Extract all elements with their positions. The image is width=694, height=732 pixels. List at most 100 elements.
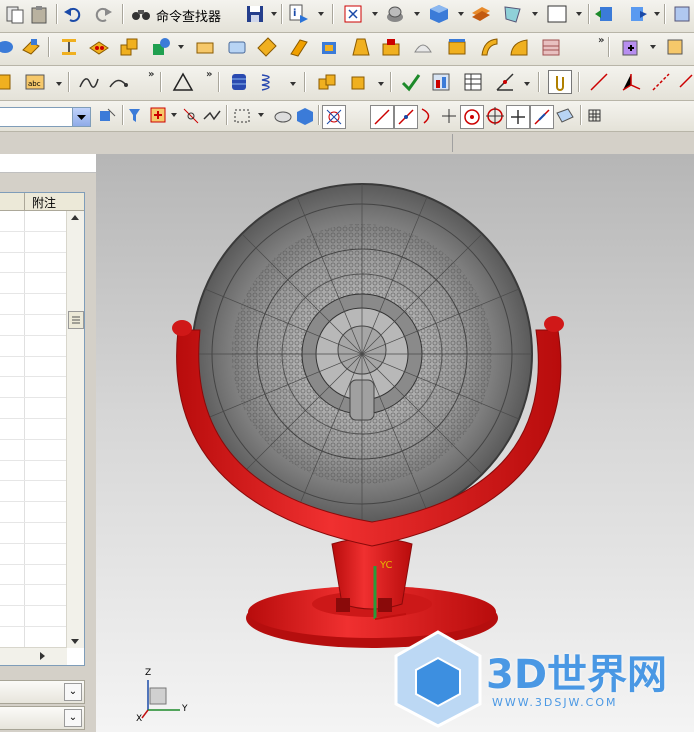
copy-icon[interactable] [4, 3, 26, 25]
expand-chevron-icon[interactable]: ⌄ [64, 709, 82, 727]
type-filter-select[interactable] [0, 107, 91, 127]
undo-icon[interactable] [62, 3, 84, 25]
measure-icon[interactable] [494, 71, 516, 93]
save-icon[interactable] [244, 3, 266, 25]
line-icon[interactable] [588, 71, 610, 93]
arc-center-icon[interactable] [460, 105, 484, 129]
redo-icon[interactable] [92, 3, 114, 25]
datum-plane-icon[interactable] [58, 36, 80, 58]
existing-point-icon[interactable] [506, 105, 530, 129]
draft-icon[interactable] [350, 36, 372, 58]
paperclip-icon[interactable] [548, 70, 572, 94]
boolean-icon[interactable] [118, 36, 140, 58]
information-icon[interactable]: i [288, 3, 310, 25]
spline-icon[interactable] [108, 71, 130, 93]
thicken-icon[interactable] [478, 36, 500, 58]
background-icon[interactable] [546, 3, 568, 25]
graphics-window[interactable]: YC Z Y X 3D世界网 WWW.3DSJW.COM [96, 154, 694, 732]
extrude-icon[interactable] [20, 36, 42, 58]
column-header-notes[interactable]: 附注 [32, 194, 56, 211]
scroll-right-icon[interactable] [40, 652, 45, 660]
database-icon[interactable] [228, 71, 250, 93]
through-curves-icon[interactable] [540, 36, 562, 58]
view-triad: Z Y X [136, 668, 198, 724]
intersection-icon[interactable] [438, 105, 460, 127]
point-icon[interactable] [150, 36, 172, 58]
quadrant-point-icon[interactable] [484, 105, 506, 127]
cube-icon[interactable] [0, 71, 14, 93]
horizontal-scrollbar[interactable] [0, 647, 67, 665]
toolbar-row-selection [0, 101, 694, 132]
chevron-down-icon[interactable] [72, 108, 90, 126]
table-icon[interactable] [462, 71, 484, 93]
select-feature-icon[interactable] [148, 105, 170, 127]
sketch-icon[interactable] [0, 36, 16, 58]
cylinder-icon[interactable] [226, 36, 248, 58]
mid-point-icon[interactable] [394, 105, 418, 129]
axis-icon[interactable] [620, 71, 642, 93]
block-icon[interactable] [194, 36, 216, 58]
orient-view-icon[interactable] [428, 3, 450, 25]
paste-icon[interactable] [28, 3, 50, 25]
assembly-constraint-icon[interactable] [316, 71, 338, 93]
point-on-curve-icon[interactable] [530, 105, 554, 129]
scroll-down-icon[interactable] [71, 639, 79, 644]
select-body-icon[interactable] [272, 105, 294, 127]
select-face-icon[interactable] [294, 105, 316, 127]
sweep-icon[interactable] [412, 36, 434, 58]
wave-select-icon[interactable] [202, 105, 224, 127]
check-icon[interactable] [400, 71, 422, 93]
add-component-icon[interactable] [620, 36, 642, 58]
svg-text:i: i [293, 8, 296, 19]
watermark-logo-icon [394, 630, 482, 728]
snap-icon[interactable] [180, 105, 202, 127]
scroll-thumb[interactable] [68, 311, 84, 329]
command-finder-button[interactable]: 命令查找器 [156, 6, 221, 25]
svg-text:abc: abc [28, 80, 41, 88]
end-point-icon[interactable] [370, 105, 394, 129]
fit-view-icon[interactable] [342, 3, 364, 25]
offset-face-icon[interactable] [446, 36, 468, 58]
navigator-title-bar [0, 154, 96, 173]
render-style-icon[interactable] [384, 3, 406, 25]
selection-scope-icon[interactable] [96, 105, 118, 127]
move-component-icon[interactable] [594, 3, 616, 25]
trim-body-icon[interactable] [380, 36, 402, 58]
dashed-line-icon[interactable] [650, 71, 672, 93]
blend-face-icon[interactable] [508, 36, 530, 58]
reposition-icon[interactable] [348, 71, 370, 93]
expand-chevron-icon[interactable]: ⌄ [64, 683, 82, 701]
shell-icon[interactable] [318, 36, 340, 58]
toolbar-row-features: » [0, 33, 694, 66]
grid-header: 附注 [0, 193, 84, 211]
clearance-icon[interactable] [430, 71, 452, 93]
toolbar-row-standard: 命令查找器 i [0, 0, 694, 33]
filter-icon[interactable] [126, 105, 148, 127]
dependencies-panel-header[interactable]: ⌄ [0, 680, 85, 704]
spring-icon[interactable] [258, 71, 280, 93]
vertical-scrollbar[interactable] [66, 211, 84, 648]
grid-icon[interactable] [584, 105, 606, 127]
toolbar-row-modeling: abc » » [0, 66, 694, 101]
snap-all-icon[interactable] [322, 105, 346, 129]
layer-icon[interactable] [470, 3, 492, 25]
pattern-icon[interactable] [88, 36, 110, 58]
point-on-face-icon[interactable] [554, 105, 576, 127]
wcs-icon[interactable] [502, 3, 524, 25]
curve-icon[interactable] [78, 71, 100, 93]
details-panel-header[interactable]: ⌄ [0, 706, 85, 730]
triangle-icon[interactable] [172, 71, 194, 93]
assembly-icon[interactable] [672, 3, 694, 25]
edge-blend-icon[interactable] [256, 36, 278, 58]
triad-x-label: X [136, 714, 143, 724]
replace-component-icon[interactable] [626, 3, 648, 25]
binoculars-icon[interactable] [130, 3, 152, 25]
fan-neck[interactable] [331, 537, 413, 612]
expression-icon[interactable]: abc [24, 71, 46, 93]
scroll-up-icon[interactable] [71, 215, 79, 220]
marquee-select-icon[interactable] [232, 105, 254, 127]
control-point-icon[interactable] [416, 105, 438, 127]
segment-icon[interactable] [678, 71, 694, 93]
new-component-icon[interactable] [664, 36, 686, 58]
chamfer-icon[interactable] [288, 36, 310, 58]
